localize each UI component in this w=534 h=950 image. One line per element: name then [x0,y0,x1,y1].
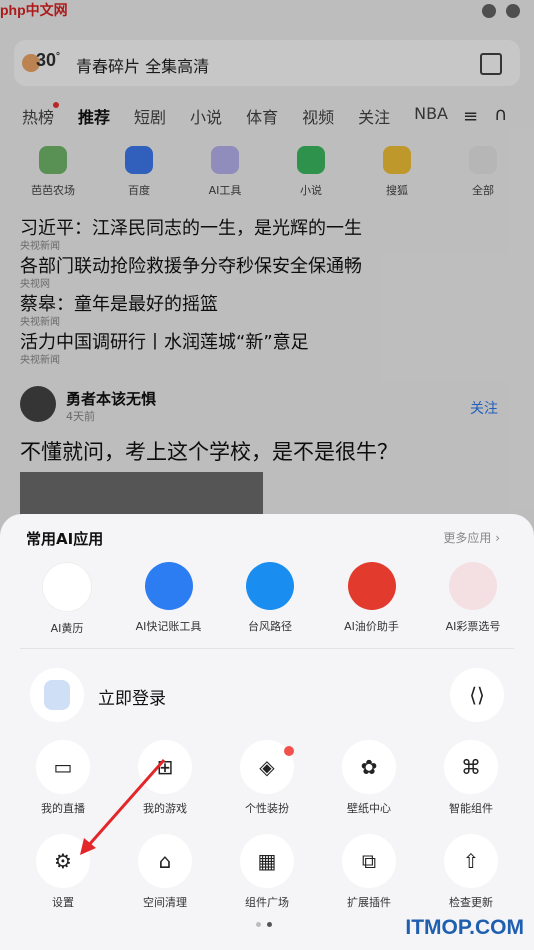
bookkeeping-icon [144,562,193,610]
typhoon-icon [246,562,294,610]
tools-grid: ▭ 我的直播 ⊞ 我的游戏 ◈ 个性装扮 ✿ 壁纸中心 ⌘ 智能组件 ⚙ 设置 ⌂ 空间清理 … [20,740,514,928]
share-icon[interactable]: ⟨⟩ [450,668,504,722]
avatar[interactable] [30,668,84,722]
ai-app-fuel[interactable]: AI油价助手 [325,562,419,636]
plugin-icon: ⧉ [342,834,396,888]
settings-icon: ⚙ [36,834,90,888]
login-button[interactable]: 立即登录 [98,684,166,709]
bottom-sheet: 常用AI应用 更多应用 › AI黄历 AI快记账工具 台风路径 AI油价助手 A… [0,514,534,950]
ai-app-almanac[interactable]: AI黄历 [20,562,114,636]
ai-apps-row: AI黄历 AI快记账工具 台风路径 AI油价助手 AI彩票选号 [20,562,520,636]
divider [20,648,514,649]
widget-icon: ⌘ [444,740,498,794]
tool-skin[interactable]: ◈ 个性装扮 [224,740,310,816]
tool-cleanup[interactable]: ⌂ 空间清理 [122,834,208,910]
tool-live[interactable]: ▭ 我的直播 [20,740,106,816]
live-icon: ▭ [36,740,90,794]
components-icon: ▦ [240,834,294,888]
sheet-title: 常用AI应用 [26,530,104,548]
game-icon: ⊞ [138,740,192,794]
tool-settings[interactable]: ⚙ 设置 [20,834,106,910]
tool-widgets[interactable]: ⌘ 智能组件 [428,740,514,816]
update-icon: ⇧ [444,834,498,888]
page-indicator [256,922,272,927]
broom-icon: ⌂ [138,834,192,888]
fuel-icon [347,562,396,610]
tool-components[interactable]: ▦ 组件广场 [224,834,310,910]
lottery-icon [449,562,497,610]
tool-plugins[interactable]: ⧉ 扩展插件 [326,834,412,910]
almanac-icon [42,562,92,612]
user-placeholder-icon [44,680,70,710]
notification-dot [284,746,294,756]
wallpaper-icon: ✿ [342,740,396,794]
ai-app-typhoon[interactable]: 台风路径 [223,562,317,636]
watermark-bottom: ITMOP.COM [405,916,524,939]
ai-app-lottery[interactable]: AI彩票选号 [426,562,520,636]
ai-app-bookkeeping[interactable]: AI快记账工具 [122,562,216,636]
login-row[interactable]: 立即登录 ⟨⟩ [30,668,504,724]
more-apps-link[interactable]: 更多应用 › [443,529,500,546]
chevron-right-icon: › [495,531,500,545]
tool-games[interactable]: ⊞ 我的游戏 [122,740,208,816]
tool-wallpaper[interactable]: ✿ 壁纸中心 [326,740,412,816]
tool-update[interactable]: ⇧ 检查更新 [428,834,514,910]
